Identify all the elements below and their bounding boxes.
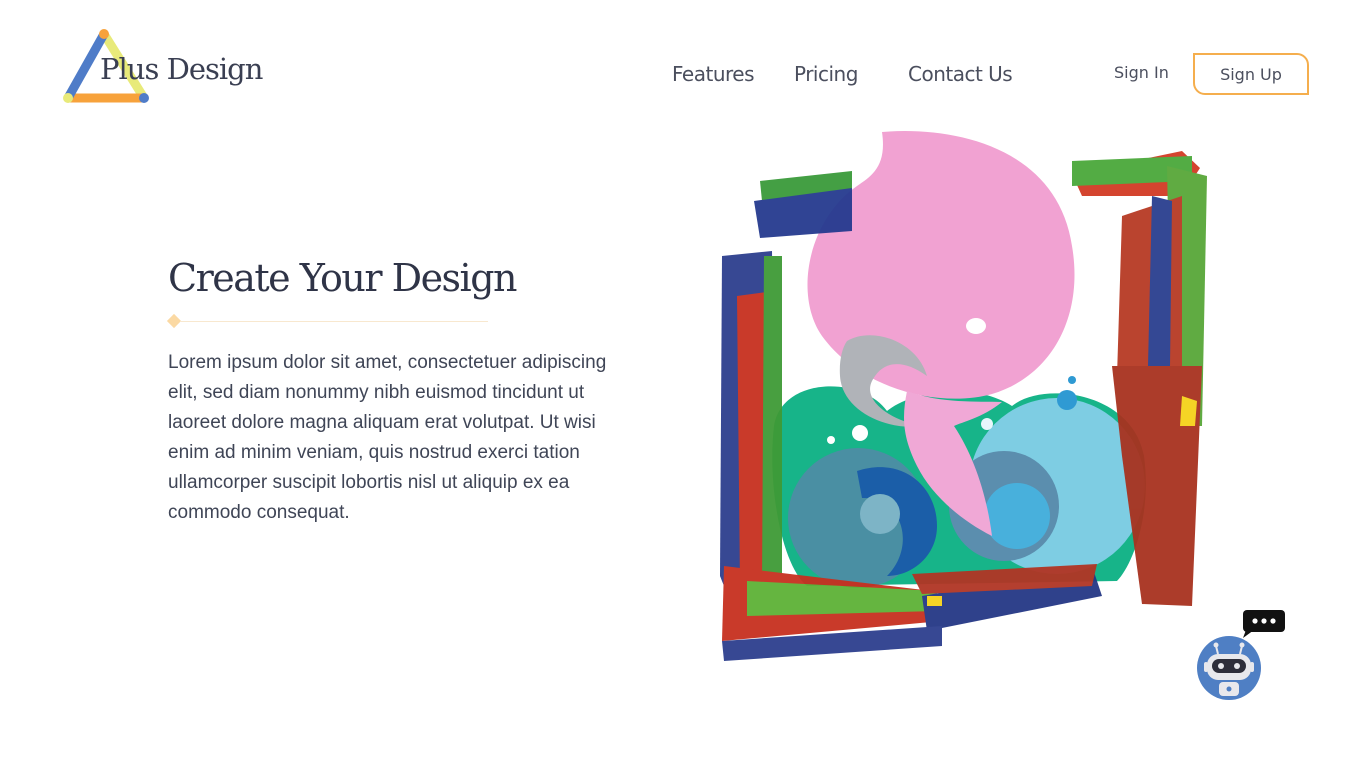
painted-frame-whale-illustration <box>720 131 1207 661</box>
robot-chat-icon <box>1197 636 1261 700</box>
sign-in-link[interactable]: Sign In <box>1114 63 1169 82</box>
title-divider <box>166 313 488 330</box>
diamond-icon <box>166 313 182 329</box>
chat-bubble-icon <box>1243 610 1285 638</box>
hero-body: Lorem ipsum dolor sit amet, consectetuer… <box>168 352 607 523</box>
chat-bot-button[interactable] <box>1190 606 1290 706</box>
hero-title: Create Your Design <box>168 256 518 300</box>
brand-logo[interactable]: Plus Design <box>60 28 263 108</box>
sign-up-button[interactable]: Sign Up <box>1193 53 1309 95</box>
hero-illustration <box>712 126 1220 666</box>
nav-contact-us[interactable]: Contact Us <box>908 62 1013 86</box>
brand-name: Plus Design <box>100 52 263 86</box>
sign-up-label: Sign Up <box>1220 64 1282 84</box>
nav-features[interactable]: Features <box>672 62 755 86</box>
nav-pricing[interactable]: Pricing <box>794 62 858 86</box>
